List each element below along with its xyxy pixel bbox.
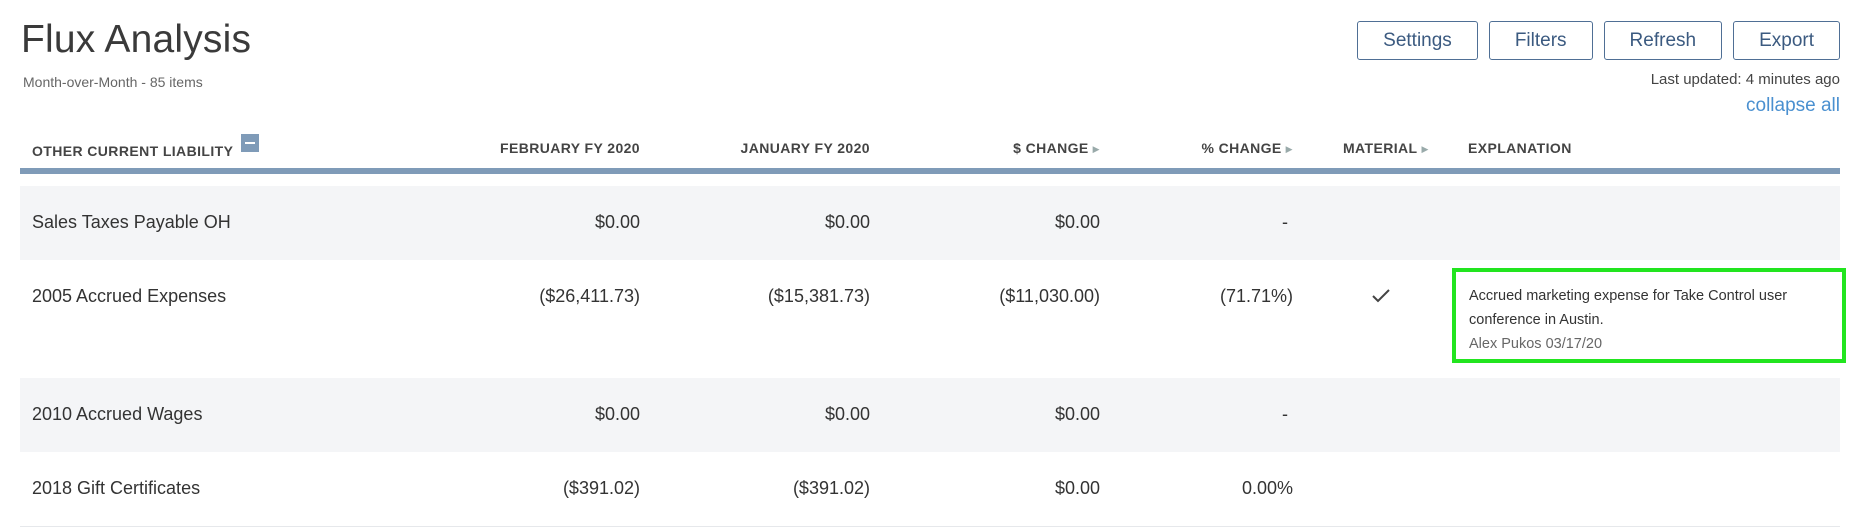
account-name: 2018 Gift Certificates bbox=[32, 478, 201, 498]
dollar-change-value: $0.00 bbox=[1054, 404, 1100, 424]
dollar-change-value: $0.00 bbox=[1054, 478, 1100, 498]
february-value: ($391.02) bbox=[562, 478, 640, 498]
account-name: Sales Taxes Payable OH bbox=[32, 212, 231, 232]
table-row[interactable]: 2005 Accrued Expenses ($26,411.73) ($15,… bbox=[20, 260, 1846, 378]
collapse-all-link[interactable]: collapse all bbox=[1746, 95, 1840, 117]
explanation-cell[interactable]: Accrued marketing expense for Take Contr… bbox=[1452, 268, 1846, 363]
table-body: Sales Taxes Payable OH $0.00 $0.00 $0.00… bbox=[20, 186, 1846, 527]
account-name: 2010 Accrued Wages bbox=[32, 404, 203, 424]
column-header-dollar-change[interactable]: $ CHANGE ▶ bbox=[1013, 140, 1100, 156]
january-value: ($391.02) bbox=[792, 478, 870, 498]
column-header-account-label: OTHER CURRENT LIABILITY bbox=[32, 143, 234, 159]
january-value: ($15,381.73) bbox=[767, 286, 870, 306]
january-value: $0.00 bbox=[824, 212, 870, 232]
minus-square-icon[interactable] bbox=[241, 134, 260, 152]
settings-button[interactable]: Settings bbox=[1357, 21, 1478, 60]
february-value: $0.00 bbox=[594, 212, 640, 232]
flux-table: OTHER CURRENT LIABILITY FEBRUARY FY 2020… bbox=[20, 128, 1846, 527]
table-header: OTHER CURRENT LIABILITY FEBRUARY FY 2020… bbox=[20, 128, 1840, 174]
table-row[interactable]: 2010 Accrued Wages $0.00 $0.00 $0.00 - bbox=[20, 378, 1840, 452]
column-header-account: OTHER CURRENT LIABILITY bbox=[32, 134, 260, 159]
export-button[interactable]: Export bbox=[1733, 21, 1840, 60]
pct-change-value: (71.71%) bbox=[1219, 286, 1293, 306]
column-header-pct-change[interactable]: % CHANGE ▶ bbox=[1201, 140, 1293, 156]
account-name: 2005 Accrued Expenses bbox=[32, 286, 227, 306]
pct-change-value: - bbox=[1282, 212, 1288, 232]
refresh-button[interactable]: Refresh bbox=[1603, 21, 1723, 60]
table-row[interactable]: 2018 Gift Certificates ($391.02) ($391.0… bbox=[20, 452, 1840, 527]
pct-change-value: 0.00% bbox=[1241, 478, 1293, 498]
table-row[interactable]: Sales Taxes Payable OH $0.00 $0.00 $0.00… bbox=[20, 186, 1840, 260]
caret-right-icon: ▶ bbox=[1421, 144, 1429, 154]
page-subtitle: Month-over-Month - 85 items bbox=[23, 74, 203, 90]
column-header-explanation: EXPLANATION bbox=[1468, 140, 1572, 156]
page-title: Flux Analysis bbox=[21, 18, 252, 61]
dollar-change-value: $0.00 bbox=[1054, 212, 1100, 232]
column-header-february: FEBRUARY FY 2020 bbox=[500, 140, 640, 156]
column-header-january: JANUARY FY 2020 bbox=[740, 140, 870, 156]
dollar-change-value: ($11,030.00) bbox=[999, 286, 1100, 306]
toolbar: Settings Filters Refresh Export bbox=[1357, 21, 1840, 60]
column-header-material[interactable]: MATERIAL ▶ bbox=[1343, 140, 1429, 156]
column-header-dollar-change-label: $ CHANGE bbox=[1013, 140, 1089, 156]
january-value: $0.00 bbox=[824, 404, 870, 424]
caret-right-icon: ▶ bbox=[1092, 144, 1100, 154]
february-value: ($26,411.73) bbox=[539, 286, 640, 306]
caret-right-icon: ▶ bbox=[1285, 144, 1293, 154]
filters-button[interactable]: Filters bbox=[1488, 21, 1593, 60]
column-header-pct-change-label: % CHANGE bbox=[1201, 140, 1282, 156]
explanation-text: Accrued marketing expense for Take Contr… bbox=[1469, 288, 1788, 328]
checkmark-icon bbox=[1372, 289, 1390, 303]
last-updated-text: Last updated: 4 minutes ago bbox=[1650, 71, 1840, 88]
column-header-material-label: MATERIAL bbox=[1343, 140, 1418, 156]
explanation-author: Alex Pukos 03/17/20 bbox=[1469, 336, 1603, 352]
pct-change-value: - bbox=[1282, 404, 1288, 424]
february-value: $0.00 bbox=[594, 404, 640, 424]
